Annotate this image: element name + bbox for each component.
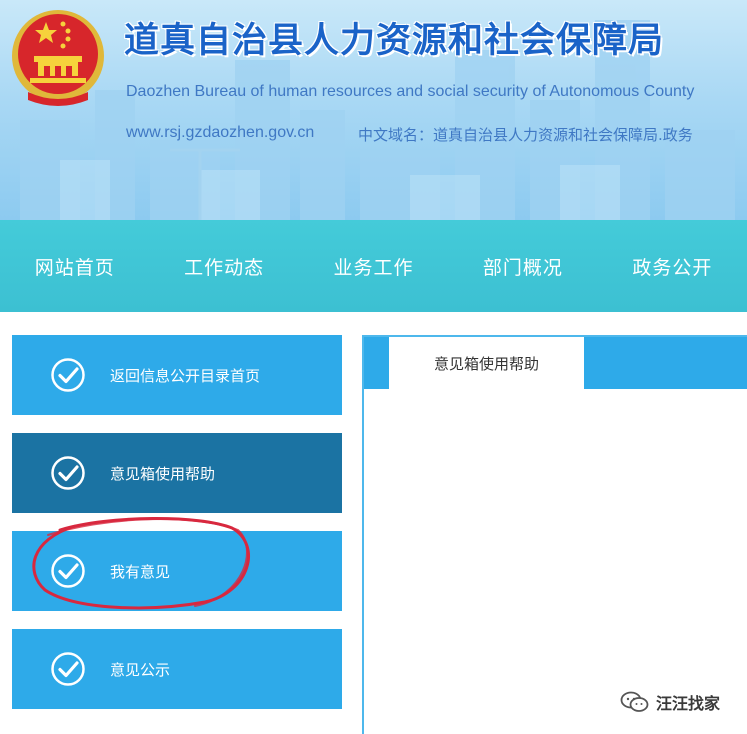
content-panel: 意见箱使用帮助 (362, 335, 747, 734)
sidebar-item-return-catalog[interactable]: 返回信息公开目录首页 (12, 335, 342, 415)
tab-help[interactable]: 意见箱使用帮助 (389, 337, 584, 389)
sidebar-item-label: 意见公示 (110, 660, 171, 679)
nav-item-home[interactable]: 网站首页 (0, 253, 149, 280)
check-circle-icon (51, 456, 85, 490)
check-circle-icon (51, 652, 85, 686)
main-nav: 网站首页 工作动态 业务工作 部门概况 政务公开 (0, 220, 747, 312)
check-circle-icon (51, 358, 85, 392)
site-title: 道真自治县人力资源和社会保障局 (124, 20, 665, 61)
site-chinese-domain: 中文域名：道真自治县人力资源和社会保障局.政务 (358, 126, 693, 144)
nav-item-department[interactable]: 部门概况 (448, 253, 597, 280)
wechat-icon (620, 691, 649, 712)
sidebar-item-label: 我有意见 (110, 562, 171, 581)
site-subtitle-english: Daozhen Bureau of human resources and so… (126, 83, 695, 100)
check-circle-icon (51, 554, 85, 588)
national-emblem-icon (12, 10, 104, 106)
sidebar-item-submit-opinion[interactable]: 我有意见 (12, 531, 342, 611)
nav-item-business[interactable]: 业务工作 (299, 253, 448, 280)
sidebar-item-label: 意见箱使用帮助 (110, 464, 216, 483)
site-header: 道真自治县人力资源和社会保障局 Daozhen Bureau of human … (0, 0, 747, 222)
nav-item-work-news[interactable]: 工作动态 (149, 253, 298, 280)
sidebar-item-help[interactable]: 意见箱使用帮助 (12, 433, 342, 513)
nav-item-government-affairs[interactable]: 政务公开 (598, 253, 747, 280)
watermark: 汪汪找家 (620, 690, 720, 714)
sidebar-item-label: 返回信息公开目录首页 (110, 366, 261, 385)
site-url-link[interactable]: www.rsj.gzdaozhen.gov.cn (126, 124, 314, 142)
watermark-text: 汪汪找家 (656, 694, 721, 713)
sidebar-item-opinion-publicity[interactable]: 意见公示 (12, 629, 342, 709)
tab-strip: 意见箱使用帮助 (364, 337, 747, 389)
